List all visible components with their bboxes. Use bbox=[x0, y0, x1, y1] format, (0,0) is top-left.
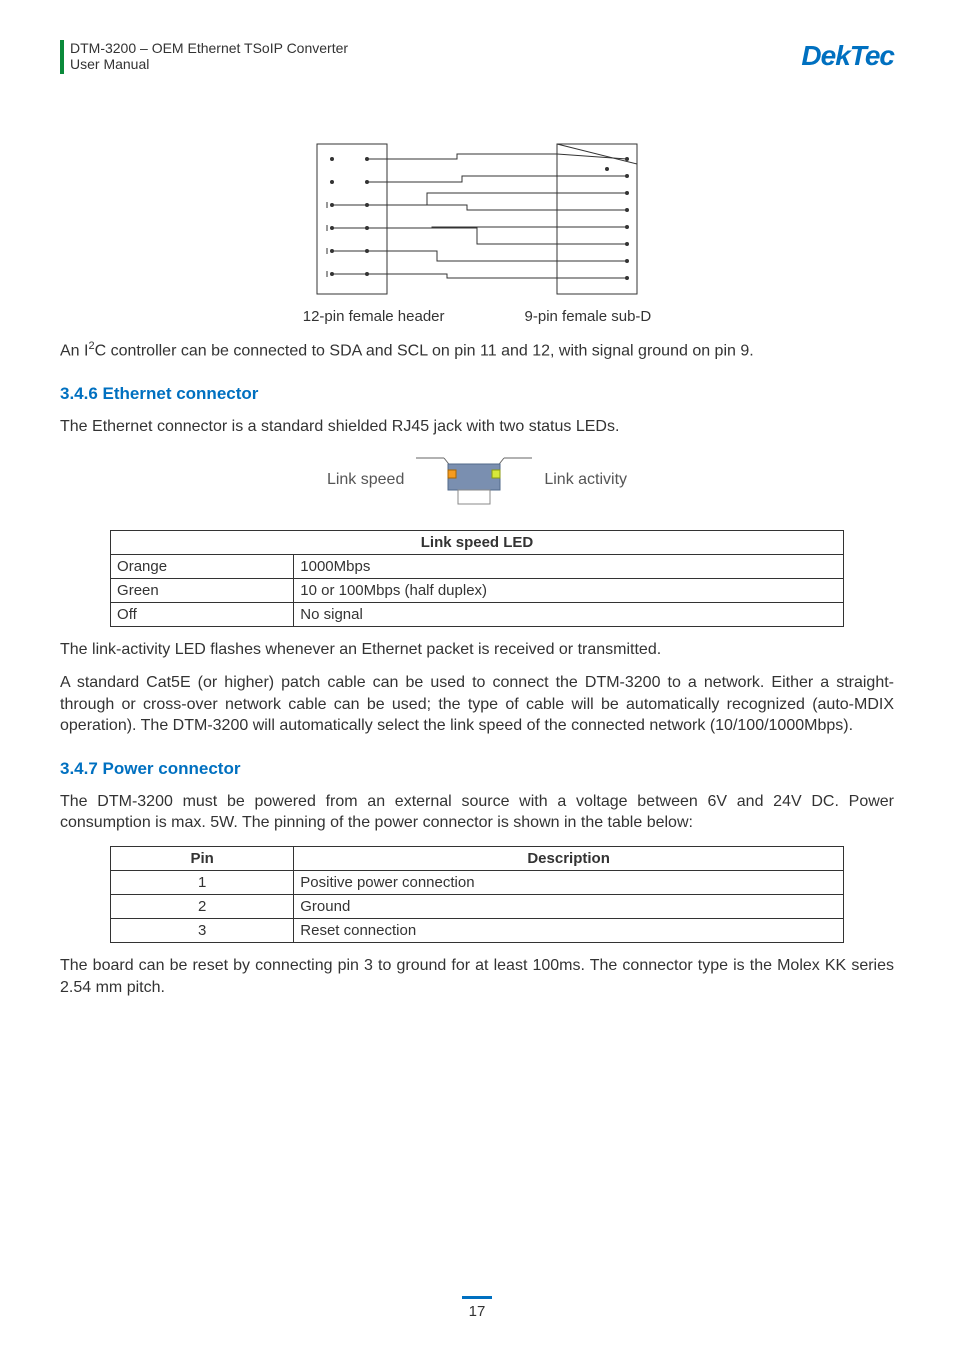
caption-right: 9-pin female sub-D bbox=[525, 308, 652, 325]
power-intro: The DTM-3200 must be powered from an ext… bbox=[60, 791, 894, 834]
page-footer: 17 bbox=[0, 1296, 954, 1320]
page-number: 17 bbox=[0, 1303, 954, 1320]
ethernet-intro: The Ethernet connector is a standard shi… bbox=[60, 416, 894, 438]
rj45-diagram-row: Link speed Link activity bbox=[60, 450, 894, 510]
caption-left: 12-pin female header bbox=[303, 308, 445, 325]
table-row: Green 10 or 100Mbps (half duplex) bbox=[111, 578, 844, 602]
link-activity-paragraph: The link-activity LED flashes whenever a… bbox=[60, 639, 894, 661]
header-subtitle: User Manual bbox=[70, 56, 348, 72]
table-row: 1 Positive power connection bbox=[111, 871, 844, 895]
table-row: 3 Reset connection bbox=[111, 919, 844, 943]
pin-desc: Positive power connection bbox=[294, 871, 844, 895]
link-speed-label: Link speed bbox=[327, 471, 404, 489]
pin-header: Pin bbox=[111, 847, 294, 871]
table-row: Off No signal bbox=[111, 602, 844, 626]
led-meaning: 10 or 100Mbps (half duplex) bbox=[294, 578, 844, 602]
power-pin-table: Pin Description 1 Positive power connect… bbox=[110, 846, 844, 943]
desc-header: Description bbox=[294, 847, 844, 871]
led-table-header: Link speed LED bbox=[111, 530, 844, 554]
pin-desc: Ground bbox=[294, 895, 844, 919]
led-color: Orange bbox=[111, 554, 294, 578]
table-row: 2 Ground bbox=[111, 895, 844, 919]
pin-desc: Reset connection bbox=[294, 919, 844, 943]
i2c-prefix: An I bbox=[60, 342, 88, 359]
link-activity-label: Link activity bbox=[544, 471, 627, 489]
section-ethernet-heading: 3.4.6 Ethernet connector bbox=[60, 384, 894, 404]
cat5e-paragraph: A standard Cat5E (or higher) patch cable… bbox=[60, 672, 894, 737]
header-left: DTM-3200 – OEM Ethernet TSoIP Converter … bbox=[60, 40, 348, 74]
table-row: Orange 1000Mbps bbox=[111, 554, 844, 578]
reset-paragraph: The board can be reset by connecting pin… bbox=[60, 955, 894, 998]
led-meaning: 1000Mbps bbox=[294, 554, 844, 578]
connector-wiring-diagram bbox=[60, 134, 894, 304]
rj45-icon bbox=[414, 450, 534, 510]
diagram-captions: 12-pin female header 9-pin female sub-D bbox=[60, 308, 894, 325]
header-title: DTM-3200 – OEM Ethernet TSoIP Converter bbox=[70, 40, 348, 56]
footer-accent-line bbox=[462, 1296, 492, 1299]
header-accent-bar bbox=[60, 40, 64, 74]
section-power-heading: 3.4.7 Power connector bbox=[60, 759, 894, 779]
pin-number: 2 bbox=[111, 895, 294, 919]
page-header: DTM-3200 – OEM Ethernet TSoIP Converter … bbox=[60, 40, 894, 74]
led-meaning: No signal bbox=[294, 602, 844, 626]
led-color: Green bbox=[111, 578, 294, 602]
dektec-logo: DekTec bbox=[801, 40, 894, 72]
i2c-rest: C controller can be connected to SDA and… bbox=[95, 342, 754, 359]
pin-number: 3 bbox=[111, 919, 294, 943]
i2c-paragraph: An I2C controller can be connected to SD… bbox=[60, 339, 894, 362]
led-color: Off bbox=[111, 602, 294, 626]
connector-wiring-svg bbox=[307, 134, 647, 304]
link-speed-led-table: Link speed LED Orange 1000Mbps Green 10 … bbox=[110, 530, 844, 627]
pin-number: 1 bbox=[111, 871, 294, 895]
